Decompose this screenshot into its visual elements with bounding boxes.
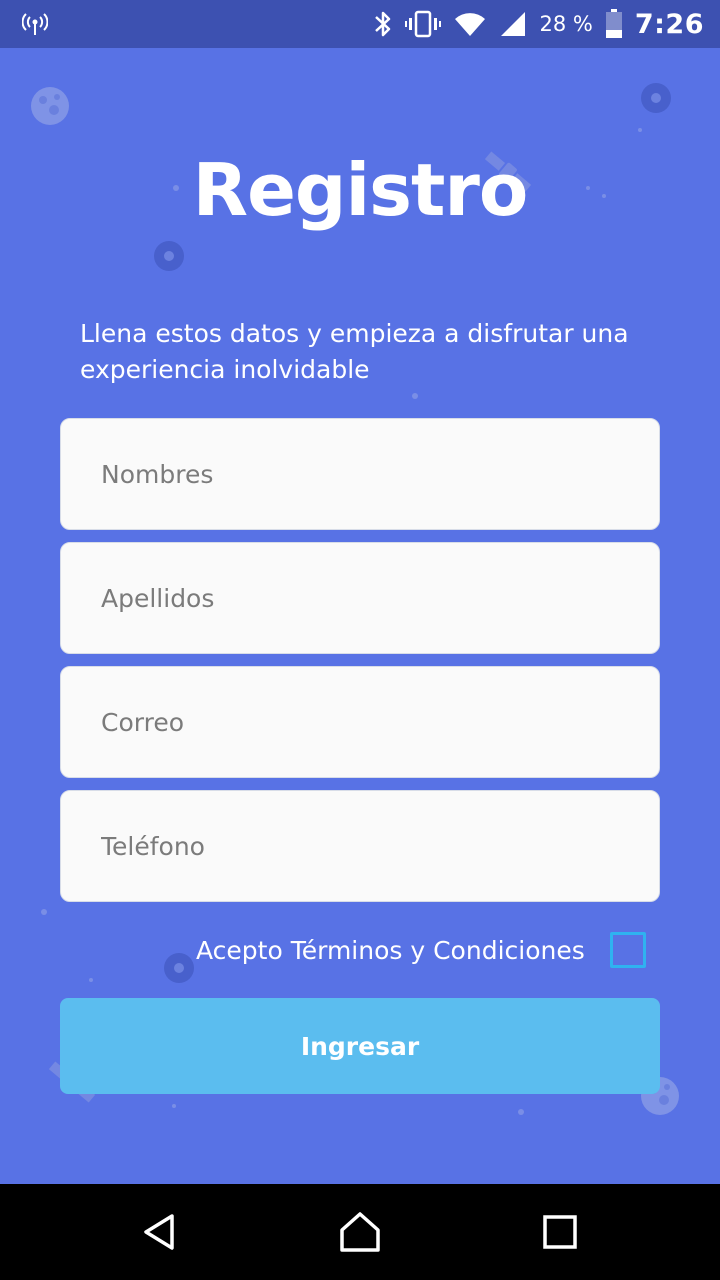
clock: 7:26 — [634, 8, 704, 40]
home-button[interactable] — [320, 1192, 400, 1272]
vibrate-icon — [405, 9, 442, 39]
telefono-input[interactable] — [101, 831, 621, 861]
nombres-input[interactable] — [101, 459, 621, 489]
navigation-bar — [0, 1184, 720, 1280]
telefono-field[interactable] — [60, 790, 660, 902]
status-bar: 28 % 7:26 — [0, 0, 720, 48]
correo-field[interactable] — [60, 666, 660, 778]
correo-input[interactable] — [101, 707, 621, 737]
registration-screen: Registro Llena estos datos y empieza a d… — [0, 48, 720, 1184]
wifi-icon — [453, 10, 487, 38]
battery-icon — [605, 9, 623, 39]
ingresar-button[interactable]: Ingresar — [60, 998, 660, 1094]
nombres-field[interactable] — [60, 418, 660, 530]
bluetooth-icon — [373, 9, 393, 39]
home-icon — [340, 1212, 380, 1252]
signal-icon — [499, 10, 527, 38]
apellidos-input[interactable] — [101, 583, 621, 613]
back-icon — [144, 1214, 174, 1250]
apellidos-field[interactable] — [60, 542, 660, 654]
battery-percent: 28 % — [539, 12, 593, 36]
hotspot-icon — [22, 11, 48, 37]
recents-icon — [543, 1215, 577, 1249]
terms-row: Acepto Términos y Condiciones — [196, 928, 646, 972]
terms-label: Acepto Términos y Condiciones — [196, 935, 585, 965]
back-button[interactable] — [120, 1192, 200, 1272]
page-subtitle: Llena estos datos y empieza a disfrutar … — [80, 319, 629, 384]
recents-button[interactable] — [520, 1192, 600, 1272]
page-title: Registro — [192, 148, 529, 232]
terms-checkbox[interactable] — [610, 932, 646, 968]
